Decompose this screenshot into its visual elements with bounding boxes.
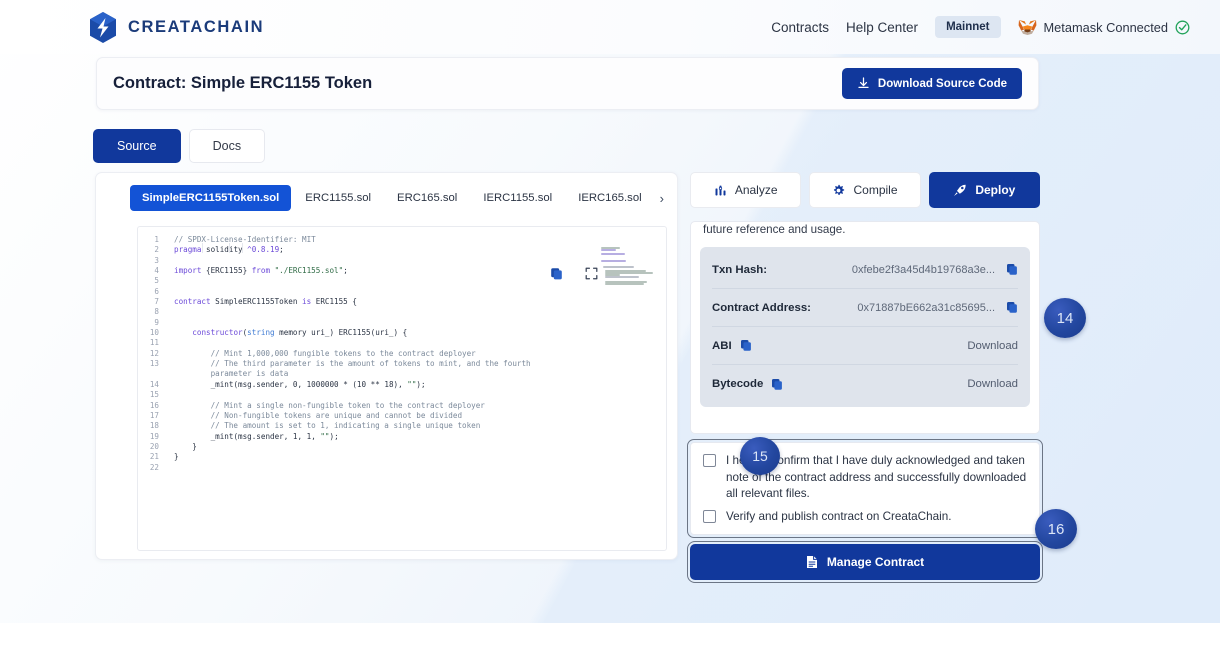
nav-link-help-center[interactable]: Help Center xyxy=(846,20,918,35)
file-tab-ierc1155[interactable]: IERC1155.sol xyxy=(471,185,564,211)
info-row-bytecode: Bytecode Download xyxy=(712,365,1018,403)
deploy-label: Deploy xyxy=(975,183,1016,197)
abi-download-link[interactable]: Download xyxy=(967,340,1018,352)
nav-link-contracts[interactable]: Contracts xyxy=(771,20,829,35)
callout-badge-16: 16 xyxy=(1035,509,1077,549)
contract-address-label: Contract Address: xyxy=(712,301,811,314)
analyze-label: Analyze xyxy=(734,183,778,197)
brand[interactable]: CREATACHAIN xyxy=(88,11,264,44)
download-icon xyxy=(857,77,870,90)
code-editor[interactable]: 1 2 3 4 5 6 7 8 9 10 11 12 13 14 15 16 17 18 19 20 21 22 // S… xyxy=(137,226,667,551)
compile-button[interactable]: Compile xyxy=(809,172,921,208)
check-circle-icon xyxy=(1175,20,1190,35)
info-row-abi: ABI Download xyxy=(712,327,1018,365)
copy-icon[interactable] xyxy=(1006,263,1018,276)
header-nav: Contracts Help Center Mainnet Metamask C… xyxy=(771,16,1190,38)
page-title: Contract: Simple ERC1155 Token xyxy=(113,74,373,92)
wallet-status[interactable]: Metamask Connected xyxy=(1018,19,1190,36)
tab-source[interactable]: Source xyxy=(93,129,181,163)
callout-badge-15: 15 xyxy=(740,437,780,475)
file-tab-simpleerc1155token[interactable]: SimpleERC1155Token.sol xyxy=(130,185,292,211)
txn-hash-label: Txn Hash: xyxy=(712,263,768,276)
copy-icon[interactable] xyxy=(550,267,563,280)
checkbox-acknowledge[interactable] xyxy=(703,454,716,467)
deployment-info-panel: future reference and usage. Txn Hash: 0x… xyxy=(690,221,1040,434)
contract-address-value: 0x71887bE662a31c85695... xyxy=(857,301,995,314)
manage-contract-button[interactable]: Manage Contract xyxy=(687,541,1043,583)
deployment-details-box: Txn Hash: 0xfebe2f3a45d4b19768a3e... Con… xyxy=(700,247,1030,407)
creatachain-logo-icon xyxy=(88,11,118,44)
abi-label: ABI xyxy=(712,339,732,352)
analyze-button[interactable]: Analyze xyxy=(690,172,802,208)
contract-title-card: Contract: Simple ERC1155 Token Download … xyxy=(96,57,1039,110)
metamask-fox-icon xyxy=(1018,19,1037,36)
editor-line-numbers: 1 2 3 4 5 6 7 8 9 10 11 12 13 14 15 16 17 18 19 20 21 22 xyxy=(149,235,159,472)
code-minimap xyxy=(601,247,659,285)
file-tab-erc1155[interactable]: ERC1155.sol xyxy=(293,185,383,211)
file-tab-ierc165[interactable]: IERC165.sol xyxy=(566,185,653,211)
txn-hash-value: 0xfebe2f3a45d4b19768a3e... xyxy=(851,263,995,276)
bytecode-download-link[interactable]: Download xyxy=(967,378,1018,390)
callout-badge-14: 14 xyxy=(1044,298,1086,338)
download-source-code-button[interactable]: Download Source Code xyxy=(841,68,1022,99)
deploy-intro-text: future reference and usage. xyxy=(703,223,846,236)
expand-icon[interactable] xyxy=(585,267,598,280)
file-tab-erc165[interactable]: ERC165.sol xyxy=(385,185,469,211)
network-chip-mainnet[interactable]: Mainnet xyxy=(935,16,1001,38)
tab-docs[interactable]: Docs xyxy=(188,129,266,163)
action-button-row: Analyze Compile Deploy xyxy=(690,172,1040,208)
manage-contract-label: Manage Contract xyxy=(826,555,925,569)
document-icon xyxy=(806,555,818,569)
app-header: CREATACHAIN Contracts Help Center Mainne… xyxy=(0,0,1220,54)
copy-icon[interactable] xyxy=(1006,301,1018,314)
brand-name: CREATACHAIN xyxy=(128,17,265,36)
chevron-right-icon[interactable]: › xyxy=(656,189,668,208)
file-tab-bar: SimpleERC1155Token.sol ERC1155.sol ERC16… xyxy=(96,173,677,221)
copy-icon[interactable] xyxy=(771,378,783,391)
analyze-icon xyxy=(714,184,727,197)
wallet-status-label: Metamask Connected xyxy=(1043,19,1168,35)
checkbox-verify-publish-label: Verify and publish contract on CreataCha… xyxy=(726,509,952,523)
download-source-code-label: Download Source Code xyxy=(877,77,1007,90)
info-row-txn-hash: Txn Hash: 0xfebe2f3a45d4b19768a3e... xyxy=(712,251,1018,289)
view-tabs: Source Docs xyxy=(93,129,266,163)
info-row-contract-address: Contract Address: 0x71887bE662a31c85695.… xyxy=(712,289,1018,327)
gear-icon xyxy=(832,184,845,197)
bytecode-label: Bytecode xyxy=(712,378,764,390)
bottom-strip xyxy=(0,623,1220,645)
checkbox-verify-publish[interactable] xyxy=(703,509,716,523)
source-code-card: SimpleERC1155Token.sol ERC1155.sol ERC16… xyxy=(95,172,678,560)
editor-tools xyxy=(550,267,598,280)
deploy-column: Analyze Compile Deploy future reference … xyxy=(687,172,1043,583)
confirmation-row-verify-publish: Verify and publish contract on CreataCha… xyxy=(703,509,1027,526)
rocket-icon xyxy=(953,184,967,197)
copy-icon[interactable] xyxy=(740,339,752,352)
compile-label: Compile xyxy=(853,183,898,197)
deploy-button[interactable]: Deploy xyxy=(928,172,1040,208)
